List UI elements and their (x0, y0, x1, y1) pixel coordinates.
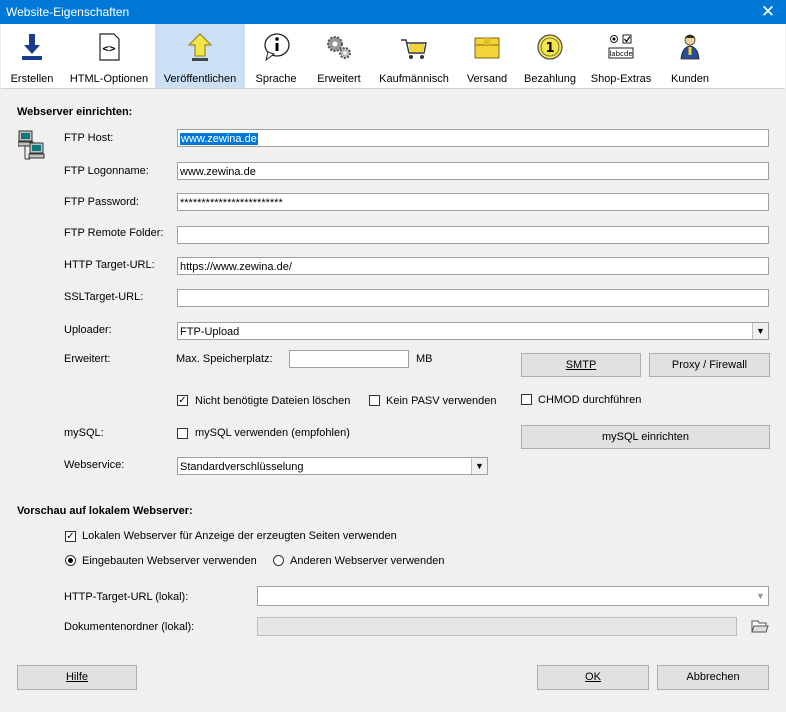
preview-heading: Vorschau auf lokalem Webserver: (17, 505, 193, 517)
max-speicherplatz-input[interactable] (289, 350, 409, 368)
tab-label: Veröffentlichen (163, 73, 237, 85)
ftp-logonname-label: FTP Logonname: (64, 165, 149, 177)
tab-sprache[interactable]: Sprache (245, 24, 307, 88)
tab-erweitert[interactable]: Erweitert (307, 24, 371, 88)
title-bar: Website-Eigenschaften ✕ (0, 0, 786, 24)
ftp-host-value: www.zewina.de (180, 133, 258, 145)
download-arrow-icon (22, 34, 42, 60)
tab-label: Kaufmännisch (379, 73, 449, 85)
ssl-target-url-label: SSLTarget-URL: (64, 291, 144, 303)
folder-open-icon[interactable] (751, 618, 769, 635)
tab-label: Erstellen (10, 73, 54, 85)
mb-unit-label: MB (416, 353, 433, 365)
shopping-cart-icon (401, 39, 427, 59)
tab-label: Bezahlung (524, 73, 576, 85)
ssl-target-url-input[interactable] (177, 289, 769, 307)
ftp-host-label: FTP Host: (64, 132, 114, 144)
tab-html-optionen[interactable]: <> HTML-Optionen (63, 24, 155, 88)
http-target-url-input[interactable]: https://www.zewina.de/ (177, 257, 769, 275)
svg-text:labcde: labcde (609, 50, 632, 58)
html-code-icon: <> (99, 33, 120, 61)
tab-kunden[interactable]: Kunden (659, 24, 721, 88)
ftp-logonname-input[interactable]: www.zewina.de (177, 162, 769, 180)
uploader-label: Uploader: (64, 324, 112, 336)
smtp-button-label: SMTP (565, 359, 597, 371)
gears-icon (327, 36, 351, 59)
http-local-label: HTTP-Target-URL (lokal): (64, 591, 189, 603)
window-title: Website-Eigenschaften (6, 5, 130, 19)
tab-label: Shop-Extras (590, 73, 652, 85)
webservice-select[interactable]: Standardverschlüsselung ▼ (177, 457, 488, 475)
toolbar: Erstellen <> HTML-Optionen Veröffentlich… (1, 24, 785, 89)
chevron-down-icon[interactable]: ▼ (752, 323, 768, 339)
radio-builtin-label[interactable]: Eingebauten Webserver verwenden (82, 555, 257, 567)
ftp-remote-folder-label: FTP Remote Folder: (64, 227, 164, 239)
doc-folder-label: Dokumentenordner (lokal): (64, 621, 195, 633)
erweitert-label: Erweitert: (64, 353, 111, 365)
checkboxes-icon: labcde (608, 34, 634, 59)
coin-icon: 1 (537, 34, 563, 60)
help-button[interactable]: Hilfe (17, 665, 137, 690)
radio-other-label[interactable]: Anderen Webserver verwenden (290, 555, 445, 567)
ftp-password-label: FTP Password: (64, 196, 139, 208)
network-computers-icon (18, 130, 45, 160)
tab-veroeffentlichen[interactable]: Veröffentlichen (155, 24, 245, 88)
tab-erstellen[interactable]: Erstellen (1, 24, 63, 88)
svg-text:1: 1 (545, 41, 554, 56)
uploader-value: FTP-Upload (180, 326, 240, 338)
mysql-use-label[interactable]: mySQL verwenden (empfohlen) (195, 427, 350, 439)
proxy-firewall-button[interactable]: Proxy / Firewall (649, 353, 770, 377)
mysql-use-checkbox[interactable] (177, 428, 188, 439)
radio-other-webserver[interactable] (273, 555, 284, 566)
webservice-label: Webservice: (64, 459, 125, 471)
tab-kaufmaennisch[interactable]: Kaufmännisch (371, 24, 457, 88)
help-button-label: Hilfe (65, 671, 88, 683)
close-icon[interactable]: ✕ (758, 1, 778, 23)
webservice-value: Standardverschlüsselung (180, 461, 304, 473)
tab-shop-extras[interactable]: labcde Shop-Extras (583, 24, 659, 88)
http-local-select[interactable]: ▼ (257, 586, 769, 606)
tab-label: HTML-Optionen (69, 73, 149, 85)
ftp-password-input[interactable]: ************************ (177, 193, 769, 211)
tab-label: Sprache (255, 73, 297, 85)
tab-versand[interactable]: Versand (457, 24, 517, 88)
customer-icon (680, 34, 700, 60)
nicht-benoetigte-checkbox[interactable]: ✓ (177, 395, 188, 406)
max-speicherplatz-label: Max. Speicherplatz: (176, 353, 273, 365)
tab-label: Kunden (671, 73, 709, 85)
chmod-label[interactable]: CHMOD durchführen (538, 394, 641, 406)
ok-button[interactable]: OK (537, 665, 649, 690)
smtp-button[interactable]: SMTP (521, 353, 641, 377)
package-icon (474, 37, 500, 59)
publish-arrow-icon (187, 33, 213, 61)
radio-builtin-webserver[interactable] (65, 555, 76, 566)
tab-label: Erweitert (317, 73, 361, 85)
doc-folder-input[interactable] (257, 617, 737, 636)
local-webserver-checkbox[interactable]: ✓ (65, 531, 76, 542)
kein-pasv-checkbox[interactable] (369, 395, 380, 406)
ftp-remote-folder-input[interactable] (177, 226, 769, 244)
webserver-heading: Webserver einrichten: (17, 106, 133, 118)
http-target-url-label: HTTP Target-URL: (64, 259, 155, 271)
chevron-down-icon[interactable]: ▼ (471, 458, 487, 474)
kein-pasv-label[interactable]: Kein PASV verwenden (386, 395, 496, 407)
chevron-down-icon[interactable]: ▼ (753, 587, 768, 605)
nicht-benoetigte-label[interactable]: Nicht benötigte Dateien löschen (195, 395, 350, 407)
info-bubble-icon (264, 33, 290, 62)
local-webserver-label[interactable]: Lokalen Webserver für Anzeige der erzeug… (82, 530, 397, 542)
ftp-host-input[interactable]: www.zewina.de (177, 129, 769, 147)
svg-text:<>: <> (102, 42, 116, 55)
uploader-select[interactable]: FTP-Upload ▼ (177, 322, 769, 340)
cancel-button[interactable]: Abbrechen (657, 665, 769, 690)
tab-label: Versand (466, 73, 508, 85)
ok-button-label: OK (585, 671, 601, 683)
tab-bezahlung[interactable]: 1 Bezahlung (517, 24, 583, 88)
mysql-setup-button[interactable]: mySQL einrichten (521, 425, 770, 449)
mysql-label: mySQL: (64, 427, 104, 439)
chmod-checkbox[interactable] (521, 394, 532, 405)
